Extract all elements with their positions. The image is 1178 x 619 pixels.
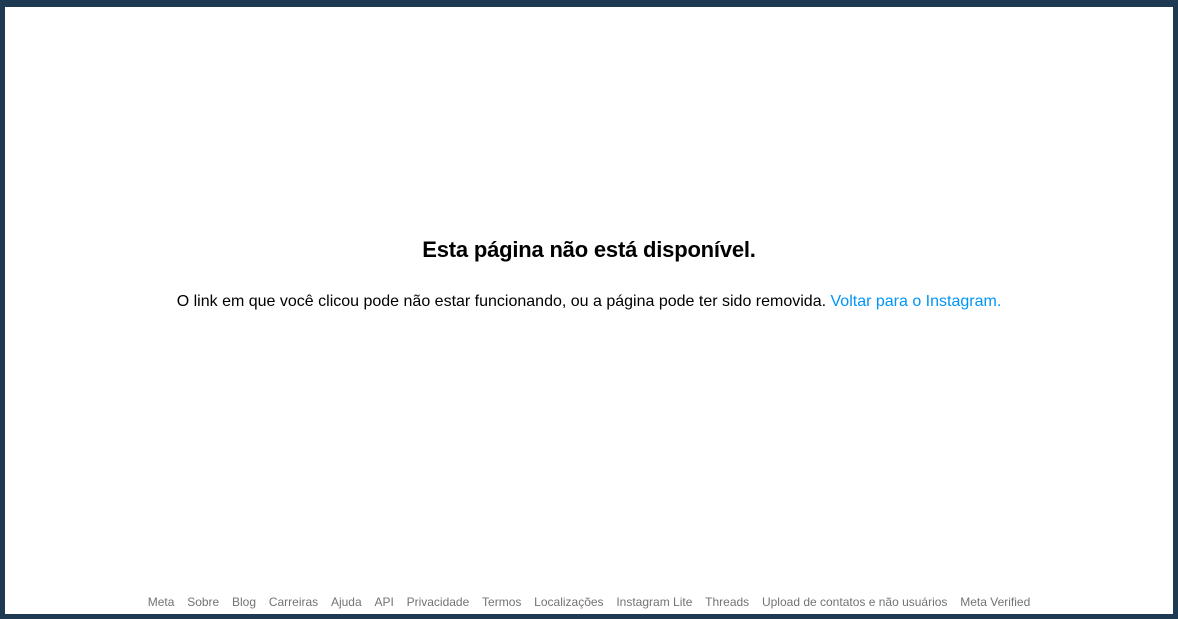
- footer-link-about[interactable]: Sobre: [187, 595, 219, 609]
- footer-link-meta[interactable]: Meta: [148, 595, 175, 609]
- footer-link-contact-upload[interactable]: Upload de contatos e não usuários: [762, 595, 947, 609]
- footer-link-api[interactable]: API: [374, 595, 393, 609]
- footer-link-privacy[interactable]: Privacidade: [407, 595, 470, 609]
- footer-link-instagram-lite[interactable]: Instagram Lite: [616, 595, 692, 609]
- footer-link-help[interactable]: Ajuda: [331, 595, 362, 609]
- back-to-instagram-link[interactable]: Voltar para o Instagram.: [831, 293, 1002, 310]
- footer-link-careers[interactable]: Carreiras: [269, 595, 318, 609]
- footer-links: Meta Sobre Blog Carreiras Ajuda API Privacidad…: [5, 593, 1173, 611]
- footer-link-blog[interactable]: Blog: [232, 595, 256, 609]
- page-title: Esta página não está disponível.: [422, 237, 756, 262]
- error-description: O link em que você clicou pode não estar…: [176, 293, 827, 310]
- error-message: O link em que você clicou pode não estar…: [5, 290, 1173, 314]
- footer-link-locations[interactable]: Localizações: [534, 595, 603, 609]
- error-container: Esta página não está disponível. O link …: [5, 235, 1173, 314]
- footer-link-meta-verified[interactable]: Meta Verified: [960, 595, 1030, 609]
- footer-link-threads[interactable]: Threads: [705, 595, 749, 609]
- footer-link-terms[interactable]: Termos: [482, 595, 521, 609]
- browser-frame: Esta página não está disponível. O link …: [0, 0, 1178, 619]
